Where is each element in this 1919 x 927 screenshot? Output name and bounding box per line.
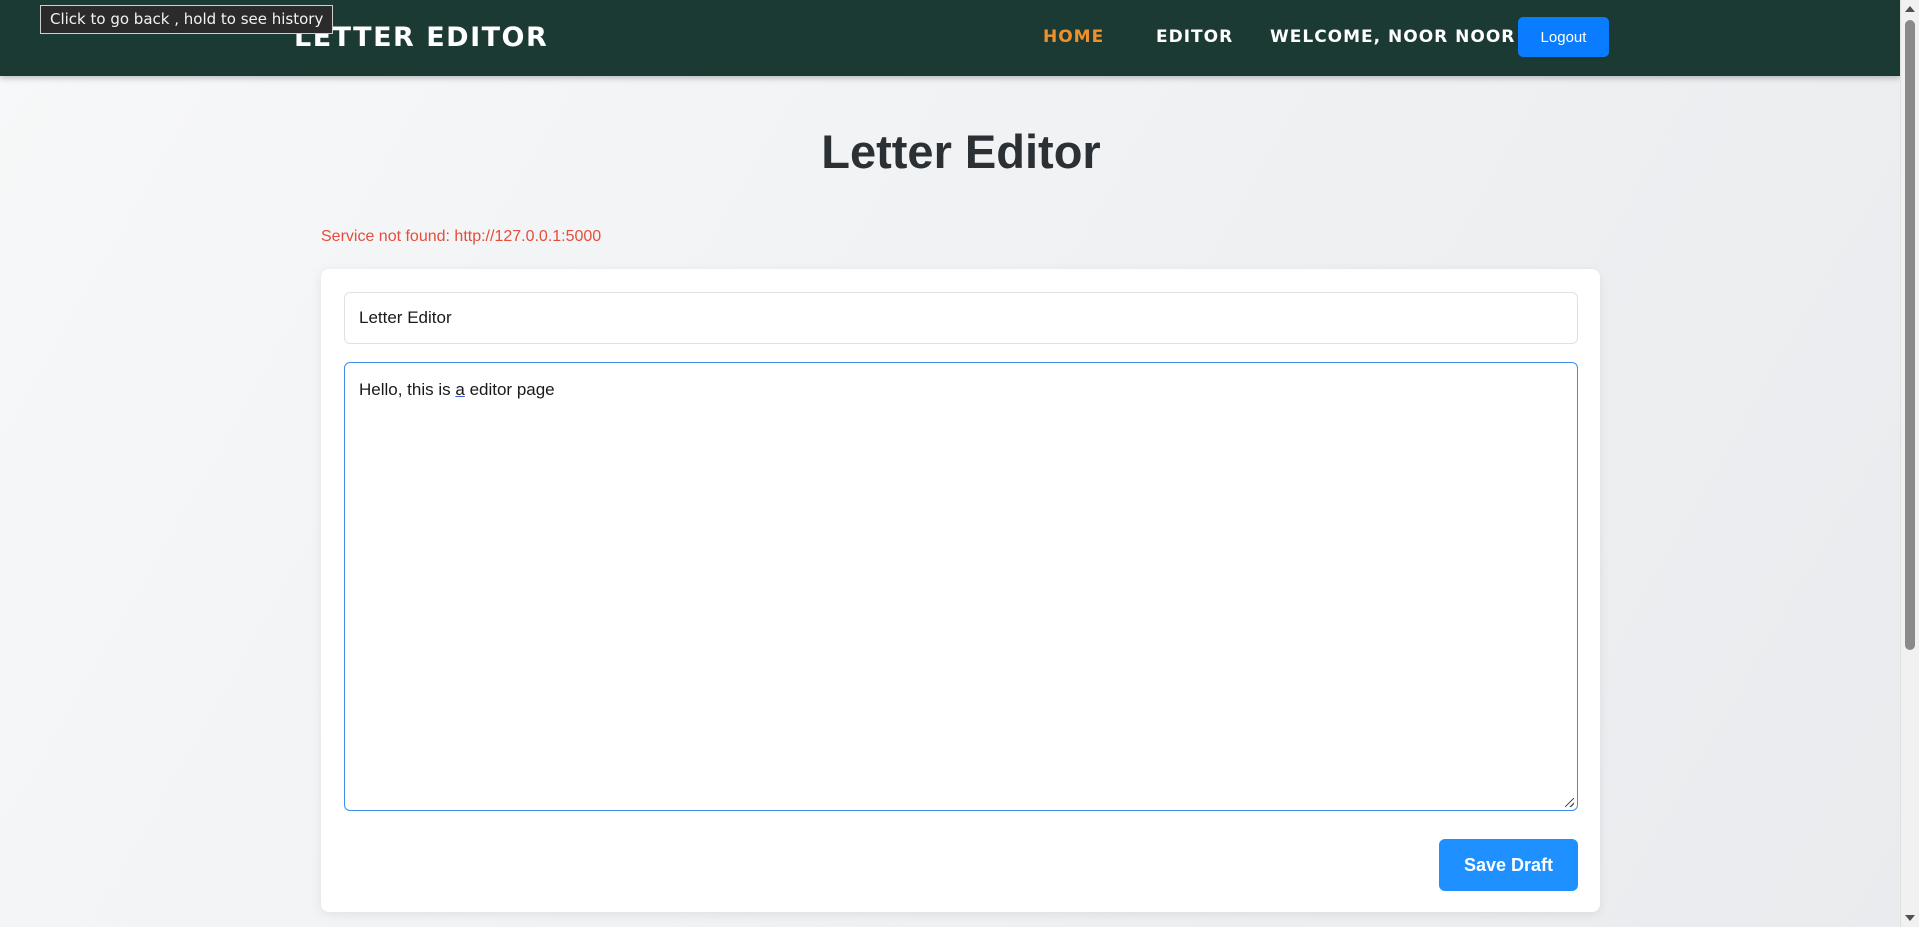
nav-link-home[interactable]: HOME: [1043, 27, 1104, 47]
scrollbar-thumb[interactable]: [1905, 20, 1915, 650]
spellcheck-flagged-word: a: [455, 380, 465, 399]
letter-body-textarea[interactable]: Hello, this is a editor page: [344, 362, 1578, 811]
letter-title-input[interactable]: [344, 292, 1578, 344]
editor-card: Hello, this is a editor page Save Draft: [321, 269, 1600, 912]
welcome-user-label: WELCOME, NOOR NOOR: [1270, 27, 1516, 47]
textarea-resize-grip-icon[interactable]: [1565, 798, 1574, 807]
scroll-up-arrow-icon[interactable]: [1905, 6, 1915, 12]
back-button-tooltip: Click to go back , hold to see history: [40, 5, 334, 34]
scroll-down-arrow-icon[interactable]: [1905, 915, 1915, 921]
service-error-message: Service not found: http://127.0.0.1:5000: [321, 228, 602, 245]
logout-button[interactable]: Logout: [1518, 17, 1609, 57]
nav-link-editor[interactable]: EDITOR: [1156, 27, 1233, 47]
save-draft-button[interactable]: Save Draft: [1439, 839, 1578, 891]
page-scrollbar[interactable]: [1900, 0, 1919, 927]
letter-body-text: Hello, this is: [359, 380, 456, 399]
letter-body-text-end: editor page: [464, 380, 555, 399]
page-title: Letter Editor: [821, 125, 1101, 178]
